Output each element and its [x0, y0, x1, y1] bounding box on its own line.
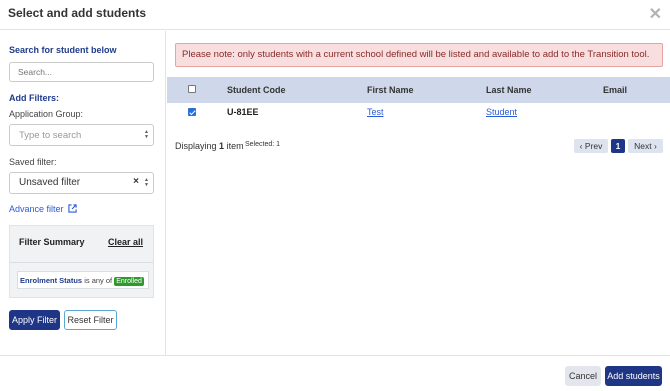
- page-1-button[interactable]: 1: [611, 139, 625, 153]
- column-header-last-name[interactable]: Last Name: [486, 85, 532, 95]
- first-name-link[interactable]: Test: [367, 107, 384, 117]
- application-group-select[interactable]: Type to search ▲ ▼: [9, 124, 154, 146]
- saved-filter-select[interactable]: Unsaved filter × ▲ ▼: [9, 172, 154, 194]
- column-header-student-code[interactable]: Student Code: [227, 85, 286, 95]
- dialog-header: Select and add students ✕: [0, 0, 670, 30]
- reset-filter-button[interactable]: Reset Filter: [64, 310, 117, 330]
- add-filters-label: Add Filters:: [9, 93, 60, 103]
- select-all-checkbox[interactable]: [188, 85, 196, 93]
- external-link-icon: [68, 204, 77, 213]
- clear-all-link[interactable]: Clear all: [108, 237, 143, 247]
- dialog-footer: Cancel Add students: [0, 355, 670, 391]
- student-list-panel: Please note: only students with a curren…: [167, 31, 670, 355]
- item-count: 1: [219, 141, 225, 151]
- criteria-operator: is any of: [84, 276, 113, 285]
- displaying-prefix: Displaying: [175, 141, 217, 151]
- add-students-button[interactable]: Add students: [605, 366, 662, 386]
- row-checkbox[interactable]: [188, 108, 196, 116]
- selected-count: Selected: 1: [245, 141, 281, 148]
- item-word: item: [226, 141, 244, 151]
- saved-filter-value: Unsaved filter: [19, 177, 81, 188]
- next-page-button[interactable]: Next ›: [628, 139, 663, 153]
- column-header-first-name[interactable]: First Name: [367, 85, 414, 95]
- application-group-placeholder: Type to search: [19, 130, 82, 141]
- sort-arrows-icon: ▲ ▼: [144, 177, 149, 188]
- prev-page-button[interactable]: ‹ Prev: [574, 139, 608, 153]
- filter-summary-title: Filter Summary: [19, 237, 85, 247]
- table-row: U-81EE Test Student: [167, 103, 670, 123]
- criteria-field: Enrolment Status: [20, 276, 83, 285]
- advance-filter-label: Advance filter: [9, 204, 64, 214]
- notice-banner: Please note: only students with a curren…: [175, 43, 663, 67]
- sort-arrows-icon: ▲ ▼: [144, 129, 149, 140]
- table-header: Student Code First Name Last Name Email: [167, 77, 670, 103]
- student-code-cell: U-81EE: [227, 107, 259, 117]
- dialog-title: Select and add students: [8, 6, 147, 20]
- last-name-link[interactable]: Student: [486, 107, 517, 117]
- saved-filter-label: Saved filter:: [9, 157, 57, 167]
- cancel-button[interactable]: Cancel: [565, 366, 601, 386]
- search-input[interactable]: [9, 62, 154, 82]
- column-header-email[interactable]: Email: [603, 85, 627, 95]
- search-label: Search for student below: [9, 45, 117, 55]
- application-group-label: Application Group:: [9, 109, 84, 119]
- filter-summary-panel: Filter Summary Clear all Enrolment Statu…: [9, 225, 154, 298]
- displaying-count: Displaying 1 item: [175, 141, 244, 151]
- divider: [10, 262, 153, 263]
- advance-filter-link[interactable]: Advance filter: [9, 204, 77, 214]
- filter-criteria: Enrolment Status is any of Enrolled: [17, 271, 149, 289]
- filter-sidebar: Search for student below Add Filters: Ap…: [0, 31, 166, 355]
- enrolled-badge: Enrolled: [114, 277, 144, 286]
- close-icon[interactable]: ✕: [649, 4, 662, 24]
- clear-selection-icon[interactable]: ×: [133, 176, 139, 187]
- apply-filter-button[interactable]: Apply Filter: [9, 310, 60, 330]
